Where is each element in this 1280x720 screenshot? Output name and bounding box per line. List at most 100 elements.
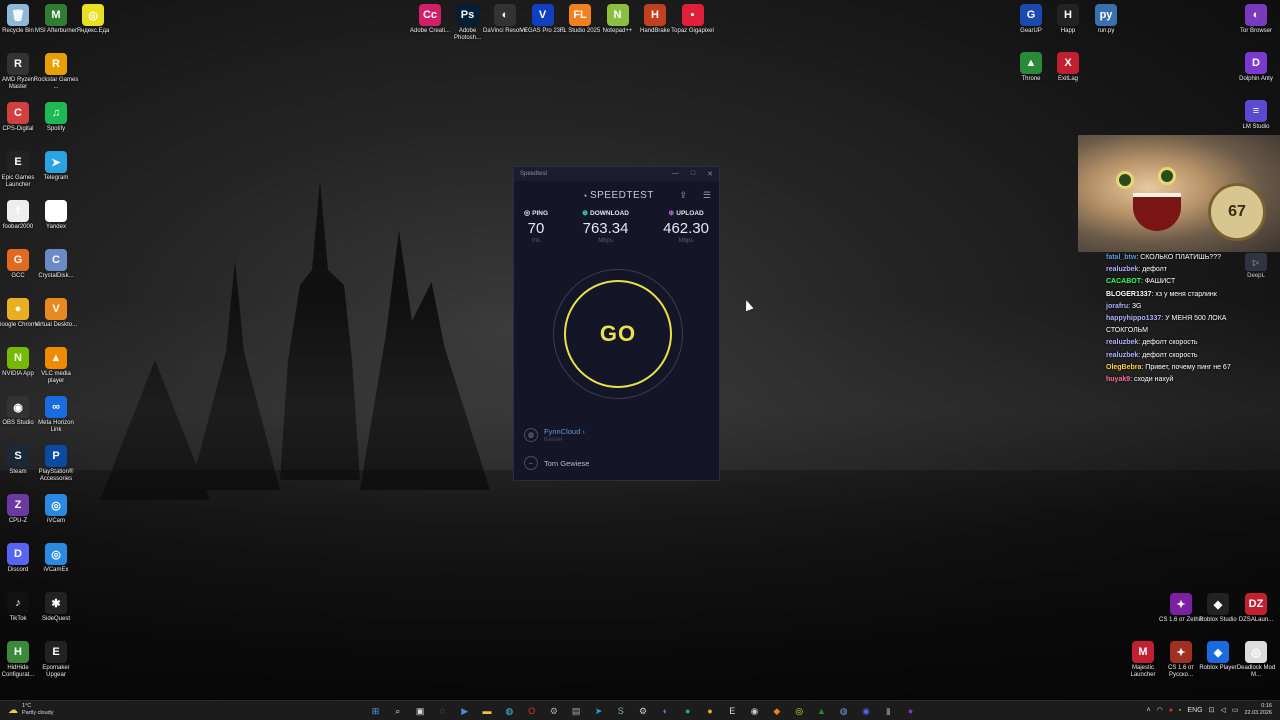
desktop-roblox-studio-shortcut[interactable]: ◆ Roblox Studio bbox=[1198, 593, 1238, 624]
partly-cloudy-icon: ☁ bbox=[8, 704, 18, 716]
lang-indicator[interactable]: ENG bbox=[1187, 707, 1202, 714]
vlc-icon: ▲ bbox=[45, 347, 67, 369]
desktop-photoshop-shortcut[interactable]: Ps Adobe Photosh... bbox=[448, 4, 488, 42]
chat-text: Привет, почему пинг не 67 bbox=[1145, 363, 1231, 371]
network-icon[interactable]: ⊡ bbox=[1209, 706, 1215, 714]
desktop-ivcam-shortcut[interactable]: ◎ iVCam bbox=[36, 494, 76, 525]
battery-icon[interactable]: ▭ bbox=[1232, 706, 1239, 714]
globe-task-icon[interactable]: ◍ bbox=[834, 703, 853, 719]
desktop-virtual-desktop-shortcut[interactable]: V Virtual Deskto... bbox=[35, 298, 77, 329]
window-titlebar[interactable]: Speedtest — □ ✕ bbox=[514, 167, 719, 181]
window-app-icon[interactable]: ▤ bbox=[567, 703, 586, 719]
desktop-rockstar-shortcut[interactable]: R Rockstar Games ... bbox=[34, 53, 78, 91]
nvidia-icon: N bbox=[7, 347, 29, 369]
window-title: Speedtest bbox=[520, 171, 548, 177]
obs-task-icon[interactable]: ◉ bbox=[745, 703, 764, 719]
desktop-dolphin-shortcut[interactable]: D Dolphin Anty bbox=[1236, 52, 1276, 83]
gearup-icon: G bbox=[1020, 4, 1042, 26]
desktop-spotify-shortcut[interactable]: ♫ Spotify bbox=[36, 102, 76, 133]
telegram-task-icon[interactable]: ➤ bbox=[589, 703, 608, 719]
upload-label: UPLOAD bbox=[676, 209, 704, 217]
desktop-vlc-shortcut[interactable]: ▲ VLC media player bbox=[36, 347, 76, 385]
upload-value: 462.30 bbox=[663, 220, 709, 237]
opera-icon[interactable]: O bbox=[522, 703, 541, 719]
chat-message: realuzbek: дефолт скорость bbox=[1106, 337, 1276, 349]
ping-metric: ◎ PING 70 ms bbox=[524, 209, 548, 245]
server-selector[interactable]: ◍ FynnCloud › Kassel bbox=[524, 427, 585, 443]
desktop-icon-label: Topaz Gigapixel bbox=[671, 28, 714, 34]
desktop-playstation-shortcut[interactable]: P PlayStation® Accessories bbox=[36, 445, 76, 483]
desktop-crystaldisk-shortcut[interactable]: C CrystalDisk... bbox=[36, 249, 76, 280]
desktop-epomaker-shortcut[interactable]: E Epomaker Upgear bbox=[36, 641, 76, 679]
steam-task-icon[interactable]: S bbox=[611, 703, 630, 719]
cs-ru-icon: ✦ bbox=[1170, 641, 1192, 663]
desktop-icon-label: DZSALaun... bbox=[1238, 617, 1274, 623]
chat-text: хз у меня старлинк bbox=[1155, 290, 1217, 298]
nvidia-tray-icon[interactable]: ▪ bbox=[1179, 707, 1181, 714]
close-icon[interactable]: ✕ bbox=[707, 170, 713, 178]
desktop-icon-label: CrystalDisk... bbox=[38, 273, 74, 279]
desktop-cs-ru-shortcut[interactable]: ✦ CS 1.6 от Русско... bbox=[1161, 641, 1201, 679]
throne-task-icon[interactable]: ▲ bbox=[812, 703, 831, 719]
telegram-icon: ➤ bbox=[45, 151, 67, 173]
app-task-icon[interactable]: ▮ bbox=[879, 703, 898, 719]
chrome-task-icon[interactable]: ● bbox=[700, 703, 719, 719]
tor-browser-task-icon[interactable]: ● bbox=[901, 703, 920, 719]
desktop-lm-studio-shortcut[interactable]: ≡ LM Studio bbox=[1236, 100, 1276, 131]
settings-icon[interactable]: ☰ bbox=[703, 190, 711, 201]
chat-message: jorafru: 3G bbox=[1106, 301, 1276, 313]
desktop-deadlock-shortcut[interactable]: ◎ Deadlock Mod M... bbox=[1236, 641, 1276, 679]
desktop-dzsa-shortcut[interactable]: DZ DZSALaun... bbox=[1236, 593, 1276, 624]
desktop-epic-games-shortcut[interactable]: E Epic Games Launcher bbox=[0, 151, 38, 189]
maximize-icon[interactable]: □ bbox=[691, 170, 695, 178]
go-button[interactable]: GO bbox=[564, 280, 672, 388]
chat-username: happyhippo1337 bbox=[1106, 315, 1162, 323]
tool-icon[interactable]: ⚙ bbox=[544, 703, 563, 719]
weather-widget[interactable]: ☁ 1°C Partly cloudy bbox=[8, 703, 54, 717]
clock[interactable]: 0:16 22.03.2026 bbox=[1244, 703, 1272, 717]
discord-icon: D bbox=[7, 543, 29, 565]
copilot-icon[interactable]: ◌ bbox=[433, 703, 452, 719]
chevron-up-icon[interactable]: ˄ bbox=[1146, 707, 1150, 714]
desktop-exitlag-shortcut[interactable]: X ExitLag bbox=[1048, 52, 1088, 83]
desktop-happ-shortcut[interactable]: H Happ bbox=[1048, 4, 1088, 35]
desktop-majestic-shortcut[interactable]: M Majestic Launcher bbox=[1123, 641, 1163, 679]
yandex-task-icon[interactable]: ◎ bbox=[790, 703, 809, 719]
hidhide-icon: H bbox=[7, 641, 29, 663]
volume-icon[interactable]: ◁ bbox=[1220, 706, 1225, 714]
desktop-topaz-shortcut[interactable]: ▪ Topaz Gigapixel bbox=[671, 4, 714, 35]
desktop-sidequest-shortcut[interactable]: ✱ SideQuest bbox=[36, 592, 76, 623]
discord-task-icon[interactable]: ◉ bbox=[857, 703, 876, 719]
task-view-icon[interactable]: ▣ bbox=[411, 703, 430, 719]
epic-task-icon[interactable]: E bbox=[723, 703, 742, 719]
explorer-icon[interactable]: ▬ bbox=[477, 703, 496, 719]
desktop-yandex-shortcut[interactable]: Y Yandex bbox=[36, 200, 76, 231]
search-icon[interactable]: ⌕ bbox=[388, 703, 407, 719]
desktop-yandex-eda-shortcut[interactable]: ◎ Яндекс.Еда bbox=[73, 4, 113, 35]
start-icon[interactable]: ⊞ bbox=[366, 703, 385, 719]
record-icon[interactable]: ● bbox=[1169, 707, 1173, 714]
speedtest-window[interactable]: Speedtest — □ ✕ ◔ SPEEDTEST ⇪ ☰ ◎ PING 70… bbox=[513, 166, 720, 481]
gear-task-icon[interactable]: ⚙ bbox=[634, 703, 653, 719]
chat-username: CACABOT bbox=[1106, 278, 1141, 286]
share-icon[interactable]: ⇪ bbox=[679, 190, 687, 201]
fl-task-icon[interactable]: ◆ bbox=[767, 703, 786, 719]
chevron-right-icon: › bbox=[582, 427, 585, 436]
desktop-roblox-player-shortcut[interactable]: ◆ Roblox Player bbox=[1198, 641, 1238, 672]
spotify-task-icon[interactable]: ● bbox=[678, 703, 697, 719]
minimize-icon[interactable]: — bbox=[672, 170, 679, 178]
desktop-ivcamex-shortcut[interactable]: ◎ iVCamEx bbox=[36, 543, 76, 574]
topaz-icon: ▪ bbox=[681, 4, 704, 26]
desktop-telegram-shortcut[interactable]: ➤ Telegram bbox=[36, 151, 76, 182]
desktop-python-file-shortcut[interactable]: py run.py bbox=[1086, 4, 1126, 35]
desktop-tor-shortcut[interactable]: ◐ Tor Browser bbox=[1236, 4, 1276, 35]
tor-task-icon[interactable]: ◐ bbox=[656, 703, 675, 719]
browser-app-icon[interactable]: ◍ bbox=[500, 703, 519, 719]
desktop-meta-shortcut[interactable]: ∞ Meta Horizon Link bbox=[36, 396, 76, 434]
wifi-icon[interactable]: ◠ bbox=[1157, 706, 1163, 714]
server-name[interactable]: FynnCloud bbox=[544, 427, 580, 436]
fl-studio-icon: FL bbox=[569, 4, 591, 26]
chrome-icon: ● bbox=[7, 298, 29, 320]
terminal-icon[interactable]: ▶ bbox=[455, 703, 474, 719]
system-tray: ˄ ◠ ● ▪ ENG ⊡ ◁ ▭ 0:16 22.03.2026 bbox=[1146, 703, 1272, 717]
